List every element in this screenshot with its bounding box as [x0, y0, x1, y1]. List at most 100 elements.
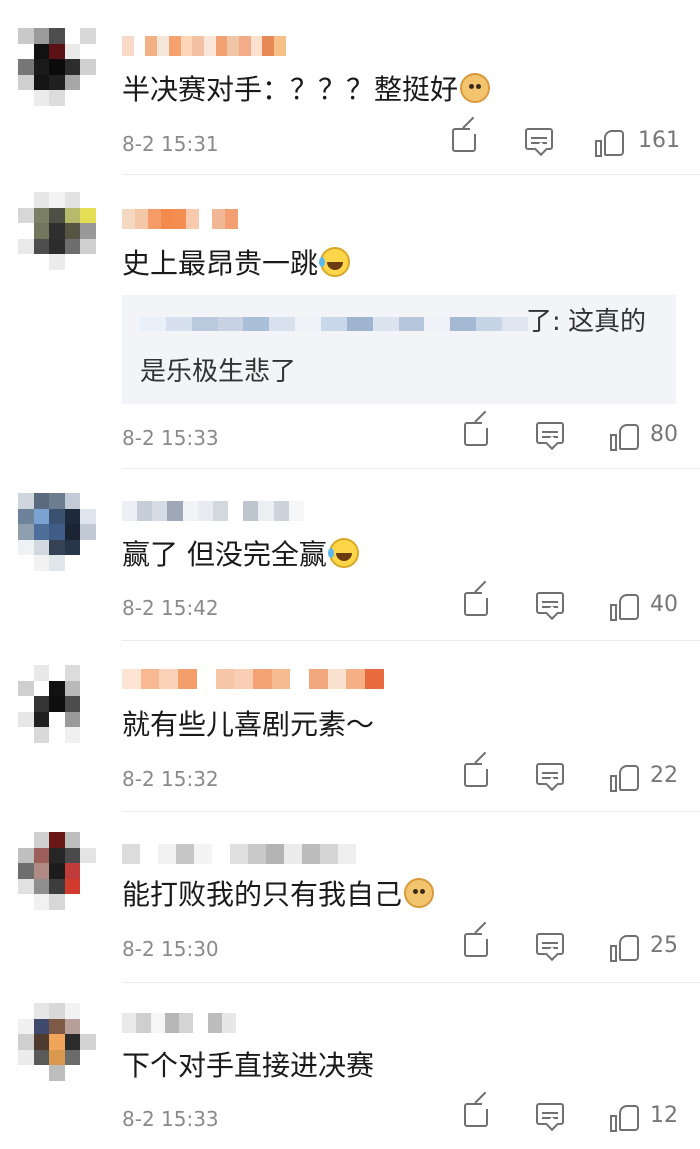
avatar-pixel	[33, 524, 50, 540]
avatar-pixel	[64, 238, 81, 255]
avatar-pixel	[18, 192, 34, 208]
username-blurred[interactable]	[122, 34, 286, 58]
avatar-pixel	[33, 74, 50, 91]
avatar-pixel	[49, 665, 65, 681]
avatar-pixel	[80, 508, 96, 525]
like-icon[interactable]	[610, 422, 640, 452]
like-icon[interactable]	[610, 1103, 640, 1133]
avatar-pixel	[64, 254, 81, 270]
share-icon[interactable]	[464, 931, 490, 957]
like-icon[interactable]	[610, 592, 640, 622]
comment-text: 史上最昂贵一跳	[122, 244, 351, 284]
reply-blur-block	[502, 317, 528, 331]
username-blur-block	[122, 209, 135, 229]
reply-line-1: 这真的	[568, 307, 647, 337]
avatar-pixel	[80, 878, 96, 895]
reply-blur-block	[243, 317, 270, 331]
avatar[interactable]	[18, 665, 96, 743]
avatar-pixel	[64, 28, 81, 44]
reply-blur-block	[217, 317, 244, 331]
avatar[interactable]	[18, 192, 96, 270]
comment-icon[interactable]	[536, 933, 564, 955]
reply-user-blurred	[140, 317, 528, 331]
avatar[interactable]	[18, 832, 96, 910]
username-blur-block	[250, 36, 263, 56]
avatar-pixel	[64, 555, 81, 571]
avatar-pixel	[18, 680, 34, 697]
share-icon[interactable]	[464, 420, 490, 446]
comment-icon[interactable]	[536, 763, 564, 785]
comment-icon[interactable]	[536, 422, 564, 444]
avatar-pixel	[33, 863, 50, 879]
avatar[interactable]	[18, 28, 96, 106]
username-blur-block	[158, 844, 176, 864]
avatar-pixel	[49, 1018, 65, 1035]
comment-feed: 半决赛对手：？？？整挺好 8-2 15:31 161 史上最昂贵一跳 了: 这真…	[0, 0, 700, 1149]
reply-box[interactable]: 了: 这真的 是乐极生悲了	[122, 295, 676, 404]
username-blur-block	[196, 669, 216, 689]
avatar-pixel	[80, 1065, 96, 1081]
avatar-pixel	[80, 74, 96, 91]
username-blur-block	[150, 1013, 165, 1033]
username-blur-block	[173, 209, 187, 229]
comment-item: 下个对手直接进决赛 8-2 15:33 12	[0, 983, 700, 1149]
reply-blur-block	[450, 317, 477, 331]
avatar-pixel	[18, 207, 34, 224]
avatar-pixel	[33, 223, 50, 239]
share-icon[interactable]	[452, 126, 478, 152]
avatar-pixel	[33, 508, 50, 525]
avatar-pixel	[33, 90, 50, 106]
like-icon[interactable]	[610, 763, 640, 793]
avatar-pixel	[18, 878, 34, 895]
username-blur-block	[338, 844, 356, 864]
username-blurred[interactable]	[122, 667, 384, 691]
username-blur-block	[327, 669, 347, 689]
avatar-pixel	[49, 1003, 65, 1019]
avatar-pixel	[18, 832, 34, 848]
avatar-pixel	[49, 878, 65, 895]
laugh-cry-emoji	[327, 538, 359, 568]
avatar-pixel	[18, 727, 34, 743]
avatar-pixel	[33, 727, 50, 743]
avatar-pixel	[18, 74, 34, 91]
share-icon[interactable]	[464, 761, 490, 787]
avatar-pixel	[64, 711, 81, 728]
avatar-pixel	[49, 727, 65, 743]
avatar-pixel	[18, 223, 34, 239]
comment-icon[interactable]	[525, 128, 553, 150]
username-blur-block	[230, 844, 248, 864]
username-blur-block	[288, 501, 304, 521]
like-icon[interactable]	[595, 128, 625, 158]
avatar-pixel	[80, 524, 96, 540]
username-blurred[interactable]	[122, 1011, 236, 1035]
avatar-pixel	[80, 555, 96, 571]
action-bar: 12	[450, 1101, 686, 1133]
avatar-pixel	[64, 43, 81, 60]
avatar-pixel	[80, 207, 96, 224]
comment-icon[interactable]	[536, 592, 564, 614]
avatar-pixel	[80, 43, 96, 60]
avatar-pixel	[64, 524, 81, 540]
avatar-pixel	[18, 508, 34, 525]
avatar-pixel	[18, 696, 34, 712]
avatar-pixel	[33, 894, 50, 910]
avatar-pixel	[64, 207, 81, 224]
reply-blur-block	[295, 317, 322, 331]
username-blurred[interactable]	[122, 842, 356, 866]
username-blur-block	[122, 501, 138, 521]
doge-emoji	[404, 878, 435, 908]
share-icon[interactable]	[464, 1101, 490, 1127]
username-blurred[interactable]	[122, 499, 304, 523]
avatar-pixel	[64, 832, 81, 848]
comment-icon[interactable]	[536, 1103, 564, 1125]
avatar-pixel	[49, 539, 65, 556]
avatar[interactable]	[18, 1003, 96, 1081]
avatar-pixel	[80, 1003, 96, 1019]
avatar[interactable]	[18, 493, 96, 571]
avatar-pixel	[80, 192, 96, 208]
share-icon[interactable]	[464, 590, 490, 616]
like-icon[interactable]	[610, 933, 640, 963]
username-blur-block	[145, 36, 158, 56]
username-blurred[interactable]	[122, 207, 238, 231]
avatar-pixel	[49, 59, 65, 75]
